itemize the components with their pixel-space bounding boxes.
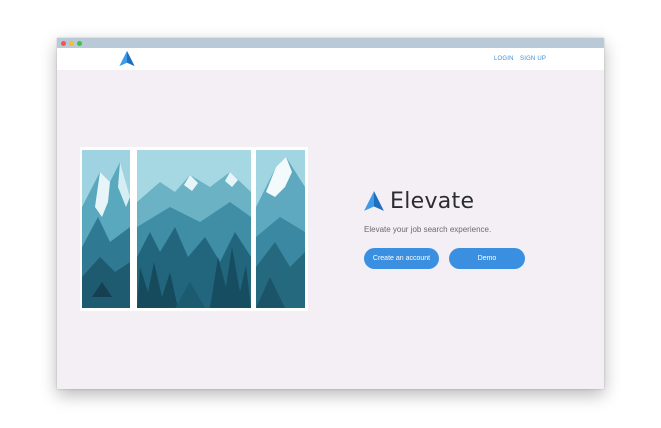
brand-name: Elevate	[390, 189, 475, 214]
login-link[interactable]: LOGIN	[494, 56, 514, 62]
close-window-button[interactable]	[61, 41, 66, 46]
arrow-up-icon[interactable]	[118, 50, 136, 67]
create-account-button[interactable]: Create an account	[364, 248, 439, 269]
minimize-window-button[interactable]	[69, 41, 74, 46]
illustration-panel-right	[256, 150, 305, 308]
window-titlebar	[57, 38, 604, 48]
top-navbar: LOGIN SIGN UP	[57, 48, 604, 70]
maximize-window-button[interactable]	[77, 41, 82, 46]
demo-button[interactable]: Demo	[449, 248, 525, 269]
arrow-up-icon	[364, 191, 384, 211]
mountain-illustration	[80, 147, 308, 311]
signup-link[interactable]: SIGN UP	[520, 56, 546, 62]
illustration-panel-center	[137, 150, 251, 308]
illustration-panel-left	[82, 150, 130, 308]
tagline: Elevate your job search experience.	[364, 225, 492, 234]
browser-window: LOGIN SIGN UP Elevate Elevate your job s…	[57, 38, 604, 389]
